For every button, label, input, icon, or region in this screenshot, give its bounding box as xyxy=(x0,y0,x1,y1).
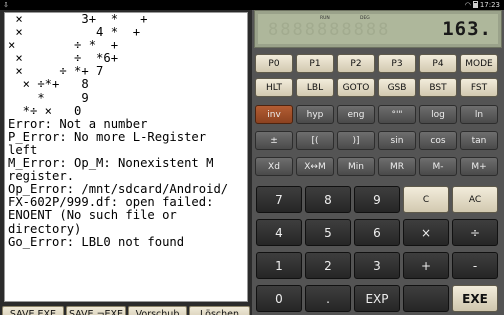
hlt-key[interactable]: HLT xyxy=(255,78,293,97)
xd-key[interactable]: Xd xyxy=(255,157,293,176)
6-key[interactable]: 6 xyxy=(354,219,400,246)
eng-key[interactable]: eng xyxy=(337,105,375,124)
x-exchange-m-key[interactable]: X↔M xyxy=(296,157,334,176)
printer-paper[interactable]: × 3+ * + × 4 * + × ÷ * + × ÷ *6+ × ÷ *+ … xyxy=(4,12,248,302)
display-value: 163. xyxy=(442,18,492,40)
inv-key[interactable]: inv xyxy=(255,105,293,124)
sin-key[interactable]: sin xyxy=(378,131,416,150)
p0-key[interactable]: P0 xyxy=(255,54,293,73)
calculator: RUN DEG 8888888888 163. P0 P1 P2 P3 P4 MODE HL… xyxy=(252,10,504,315)
battery-icon xyxy=(472,1,478,8)
plus-key[interactable]: + xyxy=(403,252,449,279)
lbl-key[interactable]: LBL xyxy=(296,78,334,97)
printer-output: × 3+ * + × 4 * + × ÷ * + × ÷ *6+ × ÷ *+ … xyxy=(8,12,229,249)
p1-key[interactable]: P1 xyxy=(296,54,334,73)
exp-key[interactable]: EXP xyxy=(354,285,400,312)
ln-key[interactable]: ln xyxy=(460,105,498,124)
min-key[interactable]: Min xyxy=(337,157,375,176)
download-icon: ⇩ xyxy=(3,1,9,9)
wifi-icon: ◠ xyxy=(464,1,471,9)
divide-key[interactable]: ÷ xyxy=(452,219,498,246)
p4-key[interactable]: P4 xyxy=(419,54,457,73)
9-key[interactable]: 9 xyxy=(354,186,400,213)
4-key[interactable]: 4 xyxy=(256,219,302,246)
status-bar: ⇩ ◠ 17:23 xyxy=(0,0,504,10)
degrees-minutes-seconds-key[interactable]: °'" xyxy=(378,105,416,124)
5-key[interactable]: 5 xyxy=(305,219,351,246)
close-paren-key[interactable]: )] xyxy=(337,131,375,150)
exe-key[interactable]: EXE xyxy=(452,285,498,312)
clock: 17:23 xyxy=(479,1,500,9)
1-key[interactable]: 1 xyxy=(256,252,302,279)
loeschen-button[interactable]: Löschen xyxy=(189,306,250,315)
2-key[interactable]: 2 xyxy=(305,252,351,279)
decimal-point-key[interactable]: . xyxy=(305,285,351,312)
status-right: ◠ 17:23 xyxy=(465,0,500,10)
m-minus-key[interactable]: M- xyxy=(419,157,457,176)
plus-minus-key[interactable]: ± xyxy=(255,131,293,150)
m-plus-key[interactable]: M+ xyxy=(460,157,498,176)
display-segments: 8888888888 xyxy=(268,20,391,40)
open-paren-key[interactable]: [( xyxy=(296,131,334,150)
fst-key[interactable]: FST xyxy=(460,78,498,97)
display-frame: RUN DEG 8888888888 163. xyxy=(254,10,502,48)
p3-key[interactable]: P3 xyxy=(378,54,416,73)
cos-key[interactable]: cos xyxy=(419,131,457,150)
printer-panel: × 3+ * + × 4 * + × ÷ * + × ÷ *6+ × ÷ *+ … xyxy=(0,10,252,315)
blank-key xyxy=(403,285,449,312)
ac-key[interactable]: AC xyxy=(452,186,498,213)
mr-key[interactable]: MR xyxy=(378,157,416,176)
log-key[interactable]: log xyxy=(419,105,457,124)
save-exe-button[interactable]: SAVE EXE xyxy=(2,306,64,315)
printer-button-bar: SAVE EXE SAVE ¬EXE Vorschub Löschen xyxy=(2,306,250,315)
save-not-exe-button[interactable]: SAVE ¬EXE xyxy=(66,306,126,315)
bst-key[interactable]: BST xyxy=(419,78,457,97)
0-key[interactable]: 0 xyxy=(256,285,302,312)
vorschub-button[interactable]: Vorschub xyxy=(128,306,187,315)
tan-key[interactable]: tan xyxy=(460,131,498,150)
mode-key[interactable]: MODE xyxy=(460,54,498,73)
goto-key[interactable]: GOTO xyxy=(337,78,375,97)
3-key[interactable]: 3 xyxy=(354,252,400,279)
minus-key[interactable]: - xyxy=(452,252,498,279)
c-key[interactable]: C xyxy=(403,186,449,213)
hyp-key[interactable]: hyp xyxy=(296,105,334,124)
8-key[interactable]: 8 xyxy=(305,186,351,213)
7-key[interactable]: 7 xyxy=(256,186,302,213)
p2-key[interactable]: P2 xyxy=(337,54,375,73)
gsb-key[interactable]: GSB xyxy=(378,78,416,97)
lcd-display: RUN DEG 8888888888 163. xyxy=(258,14,498,44)
multiply-key[interactable]: × xyxy=(403,219,449,246)
